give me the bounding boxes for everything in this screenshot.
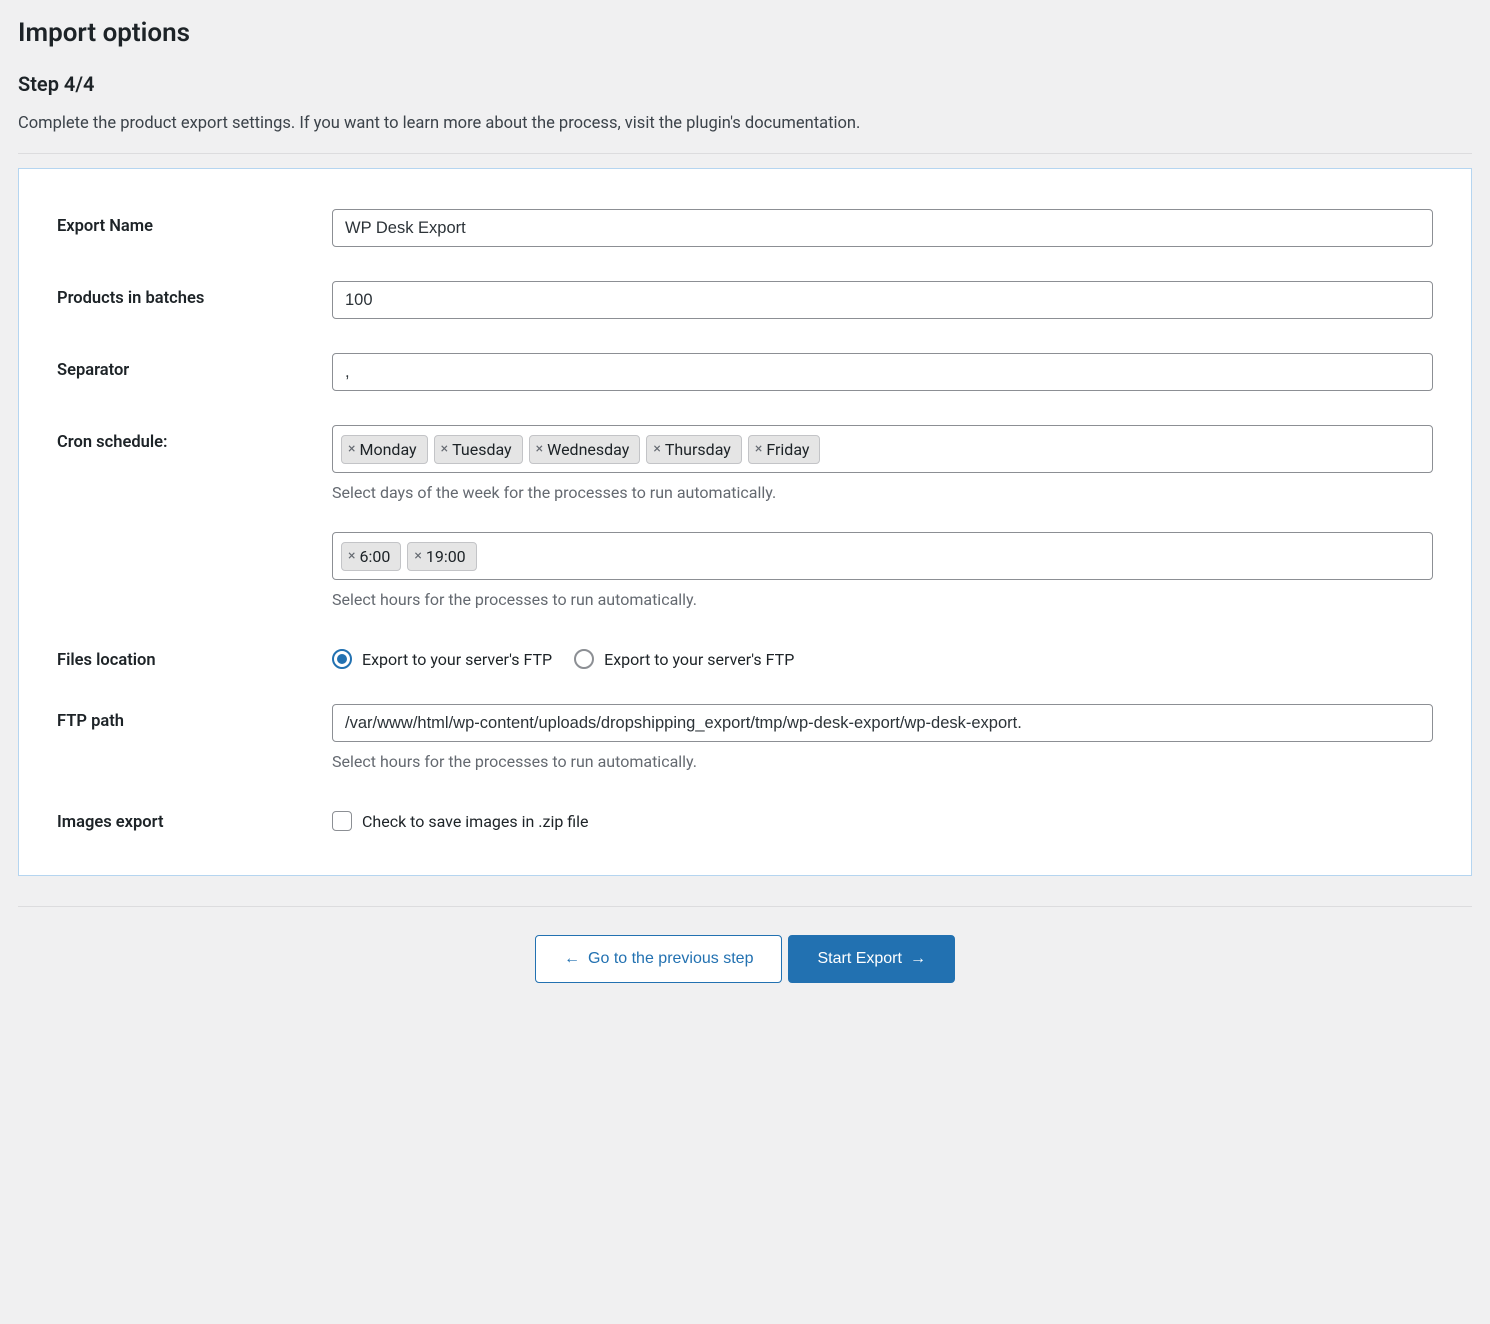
button-label: Start Export — [817, 950, 901, 968]
separator-input[interactable] — [332, 353, 1433, 391]
cron-day-tag[interactable]: × Tuesday — [434, 435, 523, 464]
close-icon[interactable]: × — [348, 549, 355, 563]
ftp-path-label: FTP path — [57, 704, 332, 731]
page-title: Import options — [18, 18, 1472, 48]
divider — [18, 153, 1472, 154]
tag-label: Monday — [359, 440, 416, 459]
close-icon[interactable]: × — [441, 442, 448, 456]
tag-label: Thursday — [665, 440, 731, 459]
checkbox-label: Check to save images in .zip file — [362, 812, 589, 831]
cron-days-select[interactable]: × Monday × Tuesday × Wednesday × Thursday × F… — [332, 425, 1433, 473]
tag-label: Wednesday — [547, 440, 629, 459]
cron-days-help: Select days of the week for the processe… — [332, 483, 1433, 502]
close-icon[interactable]: × — [653, 442, 660, 456]
radio-icon[interactable] — [332, 649, 352, 669]
radio-icon[interactable] — [574, 649, 594, 669]
tag-label: Tuesday — [452, 440, 512, 459]
images-export-checkbox-option[interactable]: Check to save images in .zip file — [332, 805, 589, 831]
separator-label: Separator — [57, 353, 332, 380]
files-location-option-2[interactable]: Export to your server's FTP — [574, 649, 794, 669]
checkbox-icon[interactable] — [332, 811, 352, 831]
close-icon[interactable]: × — [755, 442, 762, 456]
close-icon[interactable]: × — [414, 549, 421, 563]
arrow-right-icon: → — [910, 950, 926, 968]
files-location-label: Files location — [57, 643, 332, 670]
arrow-left-icon: ← — [564, 950, 580, 968]
cron-label: Cron schedule: — [57, 425, 332, 452]
export-name-label: Export Name — [57, 209, 332, 236]
cron-hours-help: Select hours for the processes to run au… — [332, 590, 1433, 609]
radio-label: Export to your server's FTP — [604, 650, 794, 669]
start-export-button[interactable]: Start Export → — [788, 935, 954, 983]
page-description: Complete the product export settings. If… — [18, 114, 1472, 133]
batches-input[interactable] — [332, 281, 1433, 319]
cron-day-tag[interactable]: × Friday — [748, 435, 821, 464]
batches-label: Products in batches — [57, 281, 332, 308]
close-icon[interactable]: × — [536, 442, 543, 456]
settings-panel: Export Name Products in batches Separato… — [18, 168, 1472, 876]
cron-day-tag[interactable]: × Monday — [341, 435, 428, 464]
step-indicator: Step 4/4 — [18, 72, 1472, 96]
close-icon[interactable]: × — [348, 442, 355, 456]
cron-day-tag[interactable]: × Thursday — [646, 435, 742, 464]
cron-hour-tag[interactable]: × 6:00 — [341, 542, 401, 571]
tag-label: 19:00 — [426, 547, 466, 566]
cron-hour-tag[interactable]: × 19:00 — [407, 542, 476, 571]
radio-label: Export to your server's FTP — [362, 650, 552, 669]
ftp-path-input[interactable] — [332, 704, 1433, 742]
ftp-path-help: Select hours for the processes to run au… — [332, 752, 1433, 771]
tag-label: 6:00 — [359, 547, 390, 566]
tag-label: Friday — [766, 440, 809, 459]
files-location-option-1[interactable]: Export to your server's FTP — [332, 649, 552, 669]
cron-hours-select[interactable]: × 6:00 × 19:00 — [332, 532, 1433, 580]
export-name-input[interactable] — [332, 209, 1433, 247]
previous-step-button[interactable]: ← Go to the previous step — [535, 935, 782, 983]
footer-actions: ← Go to the previous step Start Export → — [18, 906, 1472, 983]
button-label: Go to the previous step — [588, 950, 753, 968]
cron-day-tag[interactable]: × Wednesday — [529, 435, 641, 464]
images-export-label: Images export — [57, 805, 332, 832]
